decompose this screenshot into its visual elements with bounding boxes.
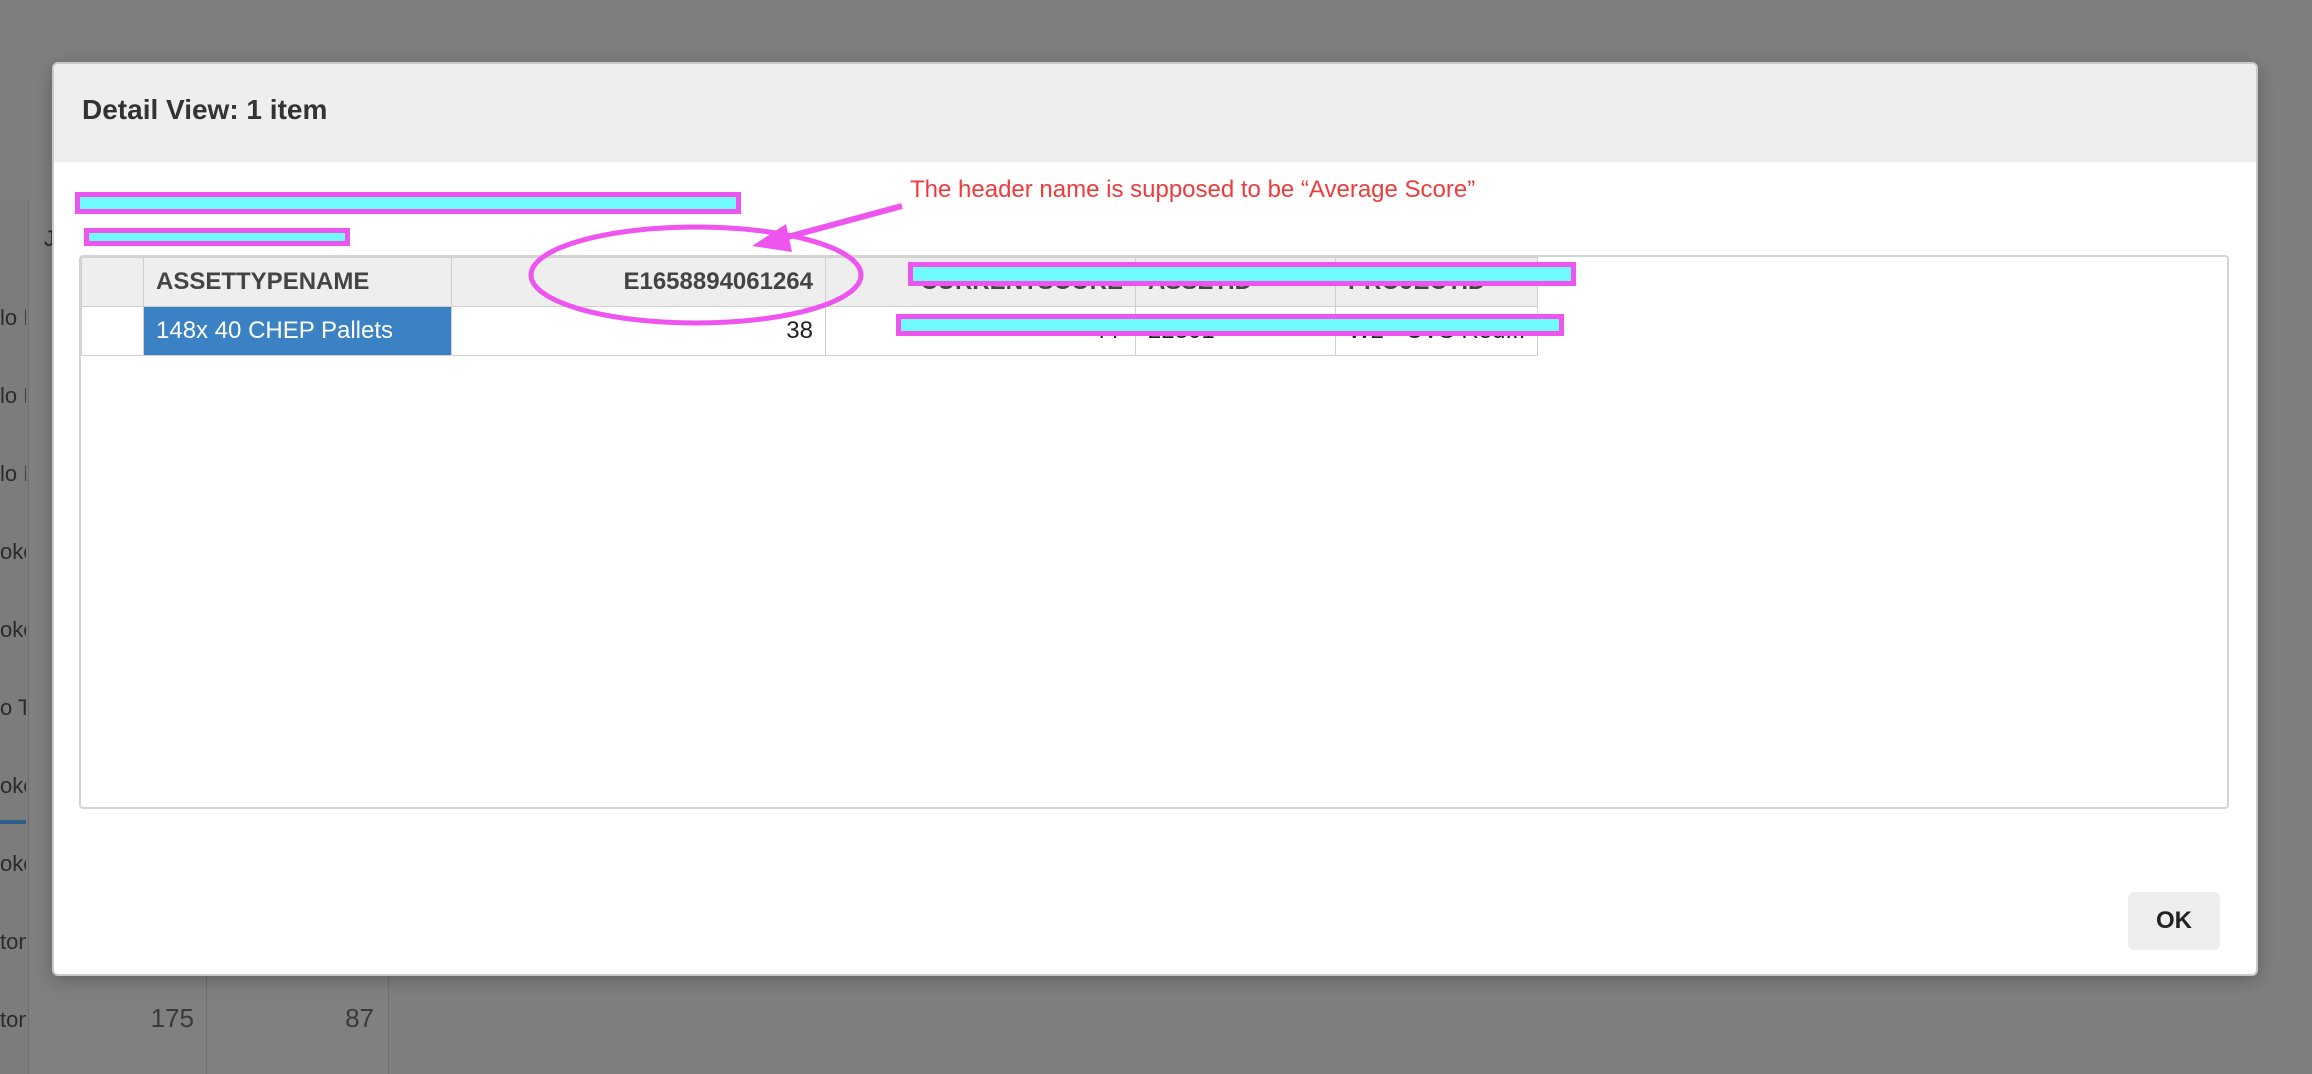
header-highlight-ellipse (528, 224, 864, 326)
annotation-overlay (528, 203, 903, 326)
annotation-arrow-line (779, 203, 903, 242)
